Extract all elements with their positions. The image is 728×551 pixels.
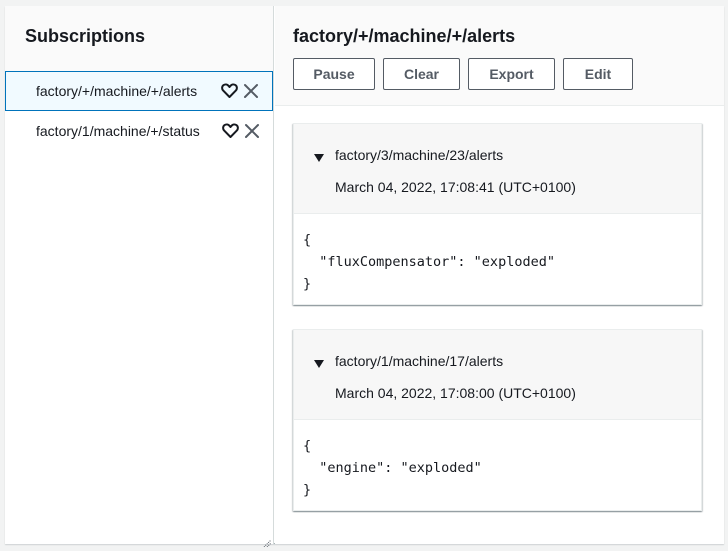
close-icon[interactable] <box>242 82 260 100</box>
message-timestamp: March 04, 2022, 17:08:00 (UTC+0100) <box>335 385 576 401</box>
message-timestamp: March 04, 2022, 17:08:41 (UTC+0100) <box>335 179 576 195</box>
message-card: factory/3/machine/23/alerts March 04, 20… <box>293 123 702 305</box>
subscriptions-sidebar: Subscriptions factory/+/machine/+/alerts… <box>5 6 274 548</box>
subscription-title: factory/+/machine/+/alerts <box>293 26 516 46</box>
message-payload: { "fluxCompensator": "exploded" } <box>303 232 555 292</box>
subscription-item[interactable]: factory/1/machine/+/status <box>5 111 273 151</box>
pause-button[interactable]: Pause <box>293 58 375 90</box>
clear-button[interactable]: Clear <box>383 58 460 90</box>
caret-down-icon[interactable] <box>313 356 325 368</box>
subscription-topic: factory/+/machine/+/alerts <box>36 83 198 99</box>
heart-icon[interactable] <box>220 82 238 100</box>
messages-header: factory/+/machine/+/alerts Pause Clear E… <box>275 6 724 106</box>
sidebar-header: Subscriptions <box>5 6 273 71</box>
subscription-list: factory/+/machine/+/alerts factory/1/mac… <box>5 71 273 151</box>
sidebar-title: Subscriptions <box>25 26 146 46</box>
subscription-topic: factory/1/machine/+/status <box>36 123 200 139</box>
close-icon[interactable] <box>243 122 261 140</box>
message-header[interactable]: factory/3/machine/23/alerts March 04, 20… <box>294 124 701 214</box>
resize-handle-icon[interactable] <box>263 534 272 548</box>
export-button[interactable]: Export <box>468 58 555 90</box>
message-topic[interactable]: factory/3/machine/23/alerts <box>335 147 503 163</box>
edit-button[interactable]: Edit <box>563 58 633 90</box>
message-header[interactable]: factory/1/machine/17/alerts March 04, 20… <box>294 330 701 420</box>
subscription-client-panel: Subscriptions factory/+/machine/+/alerts… <box>5 6 724 548</box>
toolbar: Pause Clear Export Edit <box>293 58 633 90</box>
message-payload: { "engine": "exploded" } <box>303 438 482 498</box>
message-topic[interactable]: factory/1/machine/17/alerts <box>335 353 503 369</box>
messages-panel: factory/+/machine/+/alerts Pause Clear E… <box>275 6 724 544</box>
message-card: factory/1/machine/17/alerts March 04, 20… <box>293 329 702 511</box>
caret-down-icon[interactable] <box>313 150 325 162</box>
subscription-item[interactable]: factory/+/machine/+/alerts <box>5 71 273 111</box>
heart-icon[interactable] <box>221 122 239 140</box>
